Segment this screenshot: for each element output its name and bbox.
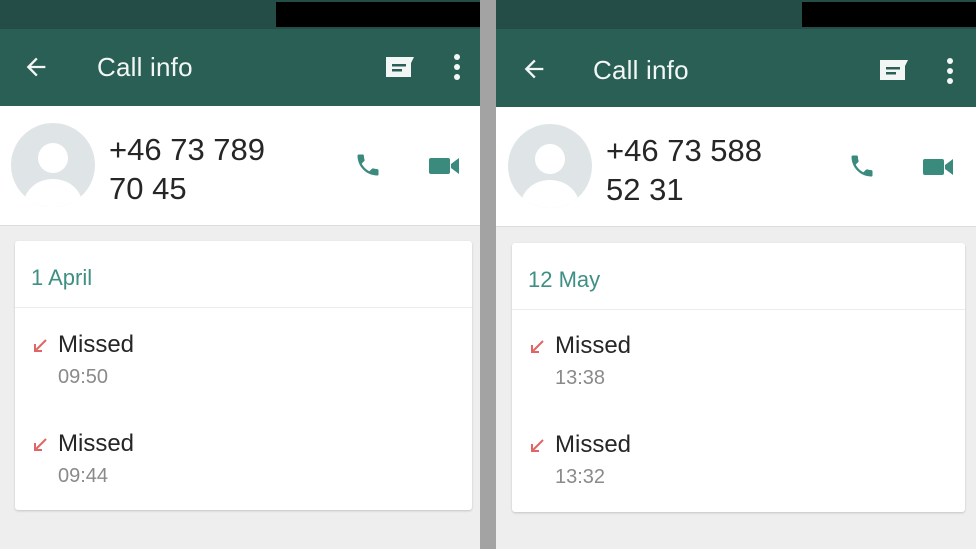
arrow-left-icon[interactable]	[520, 55, 548, 83]
call-entry[interactable]: Missed 09:50	[15, 331, 472, 401]
call-log-card: 12 May Missed 13:38 Missed 13:32	[512, 243, 965, 512]
call-status: Missed	[555, 431, 632, 458]
contact-header: +46 73 789 70 45	[0, 106, 480, 226]
call-time: 09:50	[58, 366, 109, 388]
arrow-left-icon[interactable]	[22, 53, 50, 81]
message-icon[interactable]	[384, 55, 416, 79]
avatar-head	[38, 143, 68, 173]
status-bar	[0, 0, 480, 29]
contact-number-line2: 52 31	[606, 172, 684, 207]
contact-number-line1: +46 73 789	[109, 132, 266, 167]
default-avatar-icon[interactable]	[508, 124, 592, 208]
call-time: 13:32	[555, 466, 606, 488]
call-status: Missed	[58, 331, 135, 358]
missed-call-arrow-icon	[531, 439, 544, 452]
contact-number-line2: 70 45	[109, 171, 187, 206]
call-date: 12 May	[528, 267, 601, 292]
call-entry[interactable]: Missed 13:38	[512, 332, 965, 402]
contact-number: +46 73 588 52 31	[606, 131, 762, 209]
missed-call-arrow-icon	[34, 339, 47, 352]
call-time: 09:44	[58, 465, 109, 487]
redacted-area	[802, 2, 976, 27]
missed-call-arrow-icon	[34, 438, 47, 451]
status-bar	[496, 0, 976, 29]
contact-number-line1: +46 73 588	[606, 133, 763, 168]
call-date: 1 April	[31, 265, 93, 290]
call-entry[interactable]: Missed 09:44	[15, 430, 472, 500]
more-vertical-icon[interactable]	[450, 53, 464, 81]
call-time: 13:38	[555, 367, 606, 389]
screen-divider	[480, 0, 496, 549]
more-vertical-icon[interactable]	[943, 57, 957, 85]
avatar-body	[24, 179, 82, 207]
call-info-screen-left: Call info +46 73 789 70 45 1 April Misse…	[0, 0, 480, 549]
video-camera-icon[interactable]	[428, 155, 460, 177]
phone-icon[interactable]	[848, 152, 876, 180]
call-status: Missed	[555, 332, 632, 359]
toolbar: Call info	[496, 29, 976, 107]
missed-call-arrow-icon	[531, 340, 544, 353]
call-log-card: 1 April Missed 09:50 Missed 09:44	[15, 241, 472, 510]
toolbar: Call info	[0, 29, 480, 106]
divider	[512, 309, 965, 310]
phone-icon[interactable]	[354, 151, 382, 179]
message-icon[interactable]	[878, 58, 910, 82]
contact-number: +46 73 789 70 45	[109, 130, 265, 208]
redacted-area	[276, 2, 480, 27]
call-entry[interactable]: Missed 13:32	[512, 431, 965, 501]
call-status: Missed	[58, 430, 135, 457]
avatar-head	[535, 144, 565, 174]
divider	[15, 307, 472, 308]
contact-header: +46 73 588 52 31	[496, 107, 976, 227]
avatar-body	[521, 180, 579, 208]
default-avatar-icon[interactable]	[11, 123, 95, 207]
call-info-screen-right: Call info +46 73 588 52 31 12 May Missed…	[496, 0, 976, 549]
video-camera-icon[interactable]	[922, 156, 954, 178]
page-title: Call info	[593, 55, 689, 85]
page-title: Call info	[97, 52, 193, 82]
